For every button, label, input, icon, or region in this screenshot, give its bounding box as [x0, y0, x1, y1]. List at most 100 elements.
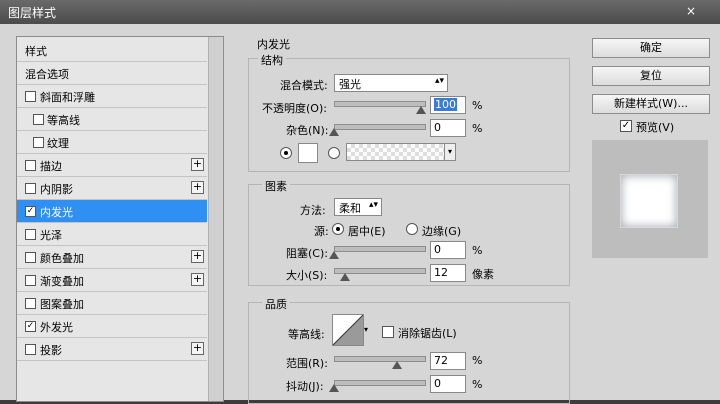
opacity-unit: %	[472, 99, 483, 112]
style-list-label: 图案叠加	[40, 298, 84, 311]
jitter-label: 抖动(J):	[286, 380, 324, 393]
style-checkbox[interactable]	[25, 252, 36, 263]
add-icon[interactable]: +	[191, 181, 204, 194]
choke-slider-thumb[interactable]	[329, 251, 339, 259]
jitter-unit: %	[472, 378, 483, 391]
range-slider-thumb[interactable]	[392, 361, 402, 369]
style-list-item[interactable]: 斜面和浮雕	[17, 85, 207, 108]
range-input[interactable]: 72	[430, 352, 466, 370]
range-slider[interactable]	[334, 356, 426, 362]
range-unit: %	[472, 354, 483, 367]
choke-slider[interactable]	[334, 246, 426, 252]
style-list-item[interactable]: 等高线	[17, 108, 207, 131]
style-checkbox[interactable]	[25, 275, 36, 286]
noise-unit: %	[472, 122, 483, 135]
opacity-slider-thumb[interactable]	[416, 106, 426, 114]
chevron-down-icon[interactable]: ▾	[364, 325, 368, 334]
source-edge-radio[interactable]	[406, 223, 418, 235]
method-select[interactable]: 柔和 ▴▾	[334, 198, 382, 216]
add-icon[interactable]: +	[191, 273, 204, 286]
color-swatch[interactable]	[298, 143, 318, 163]
style-checkbox[interactable]	[33, 114, 44, 125]
choke-input[interactable]: 0	[430, 241, 466, 259]
new-style-button[interactable]: 新建样式(W)...	[592, 94, 710, 114]
layer-style-dialog: 图层样式 × 样式 混合选项 斜面和浮雕 等高线 纹理 描边 + 内阴影 + ✓ 内发光 光泽 颜色叠加…	[0, 0, 720, 404]
antialias-label[interactable]: 消除锯齿(L)	[398, 325, 457, 341]
close-icon[interactable]: ×	[686, 4, 696, 18]
noise-slider[interactable]	[334, 124, 426, 130]
choke-unit: %	[472, 244, 483, 257]
style-list-item[interactable]: 投影 +	[17, 338, 207, 361]
style-checkbox[interactable]	[25, 91, 36, 102]
source-edge-label[interactable]: 边缘(G)	[422, 223, 461, 239]
style-checkbox[interactable]	[25, 229, 36, 240]
size-slider-thumb[interactable]	[340, 273, 350, 281]
contour-label: 等高线:	[288, 328, 325, 341]
style-list-item[interactable]: ✓ 外发光	[17, 315, 207, 338]
style-list-item[interactable]: ✓ 内发光	[17, 200, 207, 223]
jitter-slider[interactable]	[334, 380, 426, 386]
antialias-checkbox[interactable]	[382, 326, 394, 338]
title-bar: 图层样式 ×	[0, 0, 720, 24]
style-list-item[interactable]: 渐变叠加 +	[17, 269, 207, 292]
blend-mode-select[interactable]: 强光 ▴▾	[334, 74, 448, 92]
preview-checkbox[interactable]: ✓	[620, 120, 632, 132]
style-list-item[interactable]: 混合选项	[17, 62, 207, 85]
style-list-item[interactable]: 样式	[17, 39, 207, 62]
noise-label: 杂色(N):	[286, 124, 329, 137]
style-list-label: 混合选项	[25, 68, 69, 81]
gradient-radio[interactable]	[328, 147, 340, 159]
style-checkbox[interactable]	[33, 137, 44, 148]
size-input[interactable]: 12	[430, 264, 466, 282]
style-list-label: 颜色叠加	[40, 252, 84, 265]
ok-button[interactable]: 确定	[592, 38, 710, 58]
contour-picker[interactable]	[332, 314, 364, 346]
style-checkbox[interactable]	[25, 344, 36, 355]
style-checkbox[interactable]	[25, 183, 36, 194]
style-list-label: 斜面和浮雕	[40, 91, 95, 104]
add-icon[interactable]: +	[191, 342, 204, 355]
add-icon[interactable]: +	[191, 158, 204, 171]
style-checkbox[interactable]	[25, 160, 36, 171]
range-label: 范围(R):	[286, 357, 328, 370]
opacity-input[interactable]: 100	[430, 96, 466, 114]
style-checkbox[interactable]: ✓	[25, 206, 36, 217]
noise-slider-thumb[interactable]	[329, 128, 339, 136]
style-list-label: 纹理	[47, 137, 69, 150]
style-list-item[interactable]: 图案叠加	[17, 292, 207, 315]
style-list-label: 样式	[25, 45, 47, 58]
style-list-item[interactable]: 纹理	[17, 131, 207, 154]
window-title: 图层样式	[8, 6, 57, 20]
style-list-item[interactable]: 光泽	[17, 223, 207, 246]
contour-curve-icon	[332, 314, 364, 346]
preview-label[interactable]: 预览(V)	[636, 119, 674, 135]
blend-mode-label: 混合模式:	[280, 79, 328, 92]
chevron-down-icon[interactable]: ▾	[444, 144, 455, 160]
list-scrollbar[interactable]	[208, 37, 223, 401]
reset-button[interactable]: 复位	[592, 66, 710, 86]
color-radio[interactable]	[280, 147, 292, 159]
style-checkbox[interactable]: ✓	[25, 321, 36, 332]
jitter-slider-thumb[interactable]	[329, 384, 339, 392]
gradient-picker[interactable]: ▾	[346, 143, 456, 161]
style-list-item[interactable]: 描边 +	[17, 154, 207, 177]
source-center-label[interactable]: 居中(E)	[348, 223, 386, 239]
style-list-label: 内阴影	[40, 183, 73, 196]
style-list: 样式混合选项斜面和浮雕等高线纹理描边 + 内阴影 + ✓ 内发光 光泽颜色叠加 + 渐变叠加 + 图…	[16, 36, 224, 402]
style-list-label: 等高线	[47, 114, 80, 127]
opacity-label: 不透明度(O):	[262, 102, 327, 115]
style-list-label: 投影	[40, 344, 62, 357]
jitter-input[interactable]: 0	[430, 375, 466, 393]
preview-thumbnail	[592, 140, 708, 258]
add-icon[interactable]: +	[191, 250, 204, 263]
opacity-slider[interactable]	[334, 101, 426, 107]
style-checkbox[interactable]	[25, 298, 36, 309]
blend-mode-value: 强光	[339, 78, 361, 91]
source-center-radio[interactable]	[332, 223, 344, 235]
noise-input[interactable]: 0	[430, 119, 466, 137]
elements-title: 图素	[262, 178, 290, 194]
choke-label: 阻塞(C):	[286, 247, 328, 260]
style-list-item[interactable]: 内阴影 +	[17, 177, 207, 200]
style-list-label: 渐变叠加	[40, 275, 84, 288]
style-list-item[interactable]: 颜色叠加 +	[17, 246, 207, 269]
